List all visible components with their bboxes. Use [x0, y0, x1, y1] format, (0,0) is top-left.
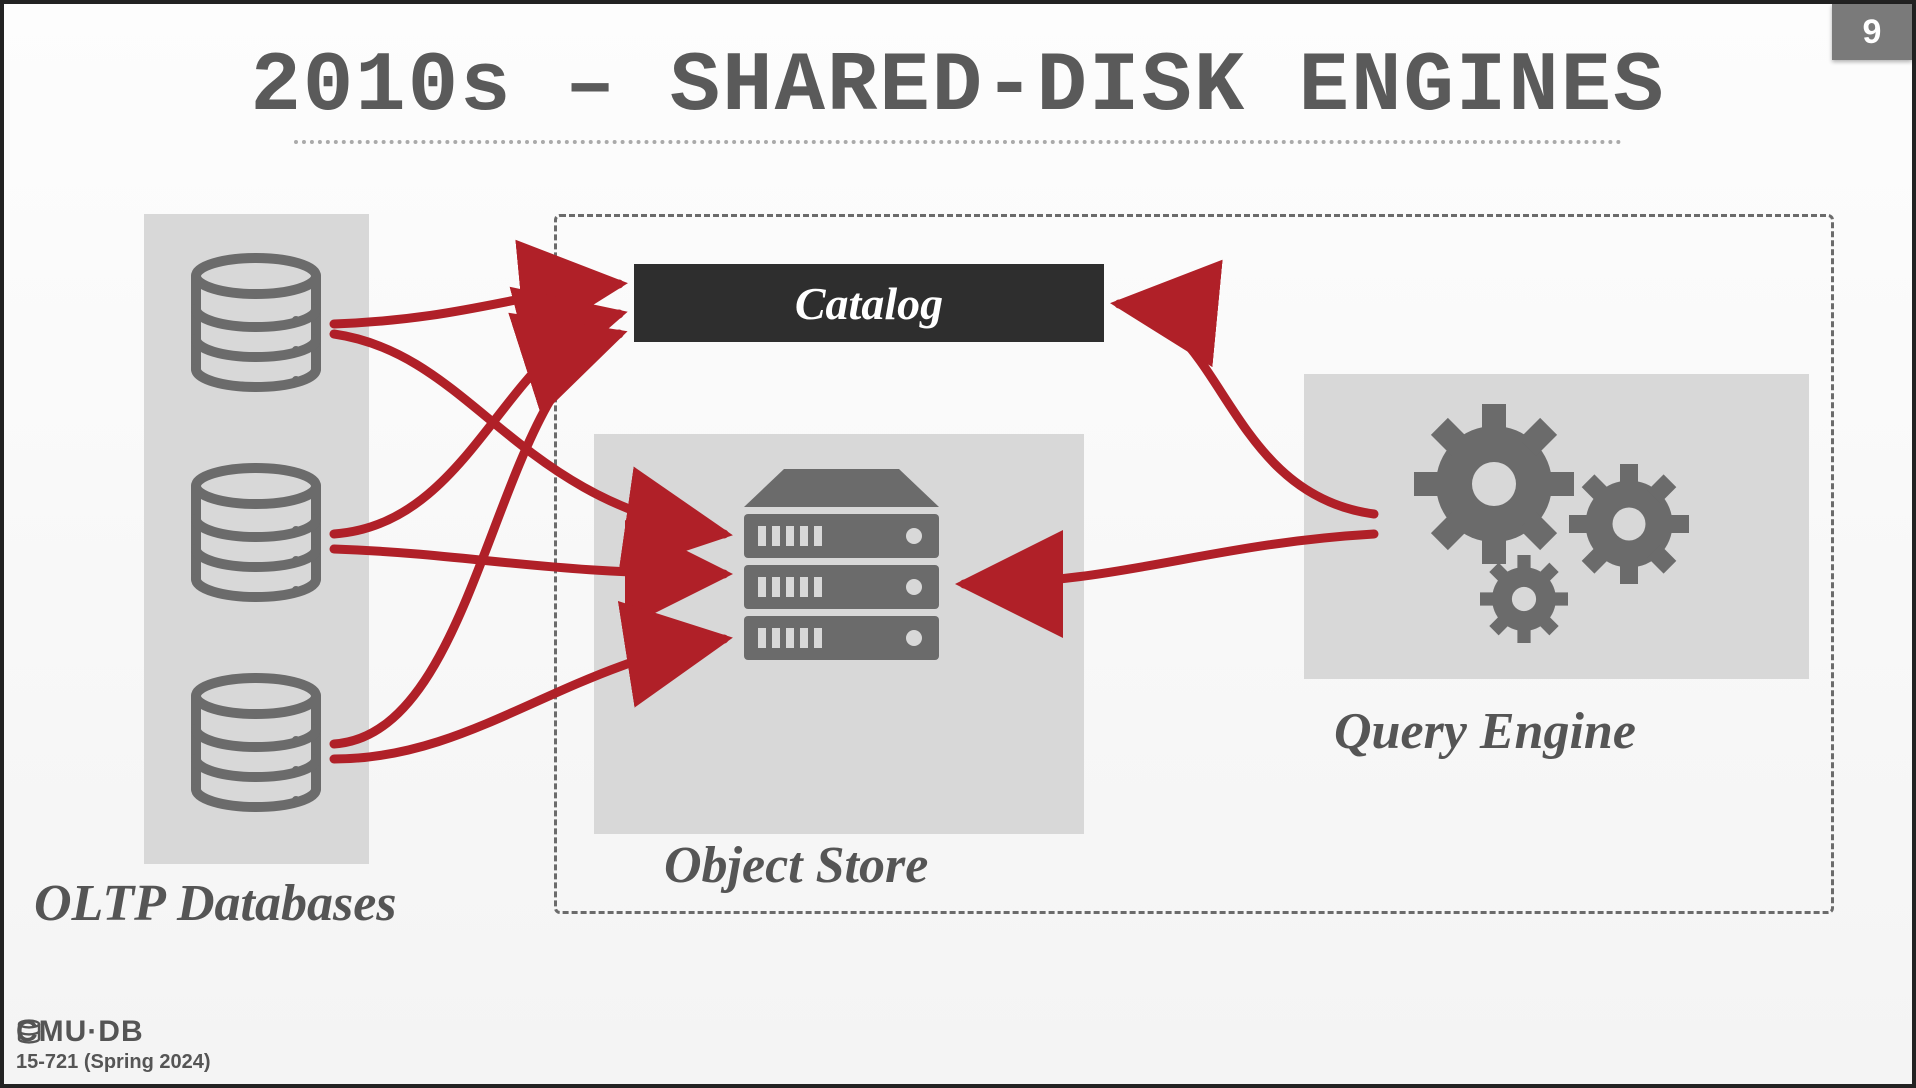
- footer-course: 15-721 (Spring 2024): [16, 1051, 211, 1074]
- slide: 9 2010s – SHARED-DISK ENGINES: [0, 0, 1916, 1088]
- connection-arrows: [44, 174, 1872, 934]
- slide-footer: CMU·DB 15-721 (Spring 2024): [16, 1015, 211, 1074]
- slide-title: 2010s – SHARED-DISK ENGINES: [4, 40, 1912, 135]
- diagram-stage: OLTP Databases Catalog: [44, 174, 1872, 934]
- cmu-db-logo: CMU·DB: [16, 1015, 211, 1049]
- database-icon: [16, 1019, 42, 1045]
- title-underline: [294, 140, 1622, 144]
